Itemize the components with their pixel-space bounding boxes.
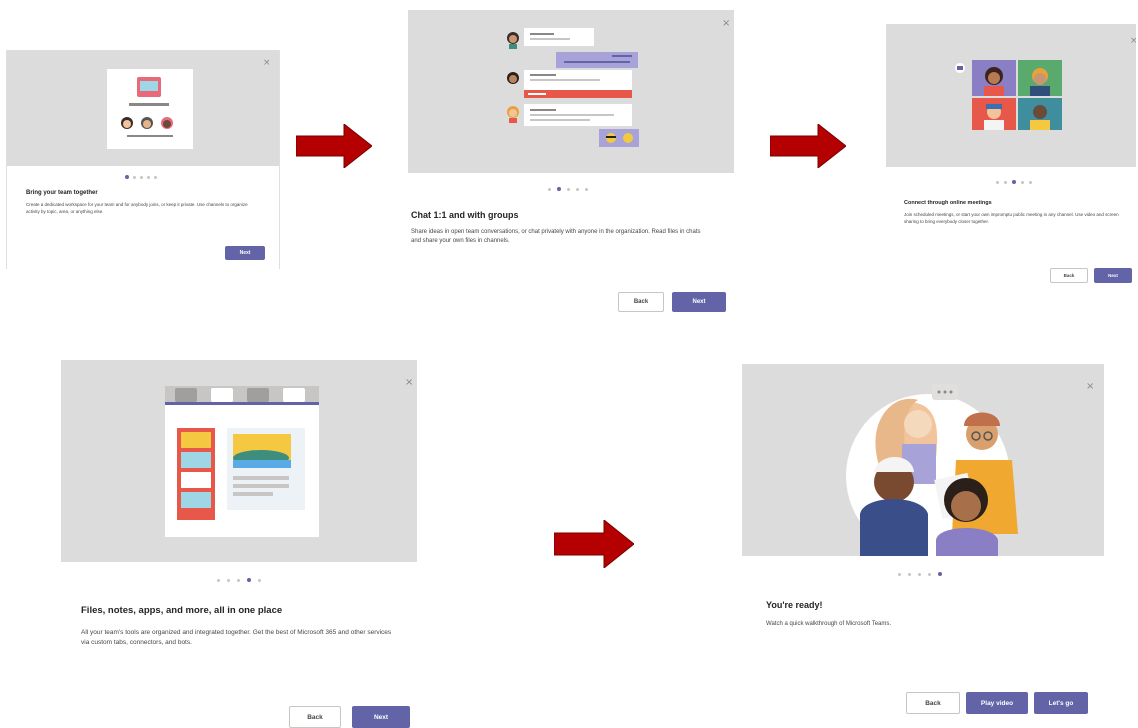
step-dot: [918, 572, 921, 576]
onboarding-card-4: × Files, notes, apps, and more, all in o…: [61, 360, 417, 728]
onboarding-card-3: × Connect through online meetings Join s…: [886, 24, 1136, 294]
step-dot: [237, 578, 240, 582]
step-dots: [125, 175, 157, 179]
step-dot: [217, 578, 220, 582]
step-dot: [1029, 180, 1032, 184]
arrow-right-icon: [770, 124, 846, 168]
meeting-illustration: [955, 60, 1062, 130]
play-video-button[interactable]: Play video: [966, 692, 1028, 714]
slide-title: Chat 1:1 and with groups: [411, 210, 519, 220]
step-dot: [258, 578, 261, 582]
slide-title: Bring your team together: [26, 190, 98, 196]
step-dot: [928, 572, 931, 576]
step-dot: [557, 187, 561, 191]
slide-description: Watch a quick walkthrough of Microsoft T…: [766, 621, 892, 627]
step-dots: [898, 572, 942, 576]
slide-description: Share ideas in open team conversations, …: [411, 229, 701, 244]
slide-title: You're ready!: [766, 600, 823, 610]
step-dot: [1004, 180, 1007, 184]
onboarding-card-2: × Chat 1:1 and with groups Share ideas i…: [408, 10, 734, 320]
next-button[interactable]: Next: [672, 292, 726, 312]
back-button[interactable]: Back: [618, 292, 664, 312]
step-dot: [585, 187, 588, 191]
arrow-right-icon: [554, 520, 634, 568]
onboarding-card-1: × Bring your team together Create a dedi…: [6, 50, 280, 269]
step-dot: [247, 578, 251, 582]
arrow-right-icon: [296, 124, 372, 168]
slide-title: Files, notes, apps, and more, all in one…: [81, 605, 283, 616]
step-dot: [996, 180, 999, 184]
close-icon[interactable]: ×: [405, 378, 413, 388]
close-icon[interactable]: ×: [1086, 382, 1094, 392]
hero-illustration: ×: [742, 364, 1104, 556]
step-dot: [227, 578, 230, 582]
step-dots: [548, 187, 588, 191]
step-dot: [938, 572, 942, 576]
step-dot: [567, 187, 570, 191]
slide-title: Connect through online meetings: [904, 200, 992, 206]
step-dot: [125, 175, 129, 179]
back-button[interactable]: Back: [1050, 268, 1088, 283]
next-button[interactable]: Next: [1094, 268, 1132, 283]
slide-description: All your team's tools are organized and …: [81, 629, 392, 646]
onboarding-card-5: × You're ready! Watch a quick walkthroug…: [742, 364, 1104, 728]
slide-description: Join scheduled meetings, or start your o…: [904, 212, 1119, 224]
step-dots: [996, 180, 1032, 184]
close-icon[interactable]: ×: [263, 59, 271, 68]
close-icon[interactable]: ×: [722, 19, 730, 29]
step-dot: [147, 175, 150, 179]
team-people-illustration: [846, 384, 1018, 556]
close-icon[interactable]: ×: [1130, 37, 1136, 46]
slide-description: Create a dedicated workspace for your te…: [26, 202, 248, 214]
step-dot: [1012, 180, 1016, 184]
next-button[interactable]: Next: [352, 706, 410, 728]
step-dot: [140, 175, 143, 179]
hero-illustration: ×: [408, 10, 734, 173]
apps-illustration: [165, 386, 319, 537]
step-dot: [1021, 180, 1024, 184]
back-button[interactable]: Back: [289, 706, 341, 728]
step-dot: [133, 175, 136, 179]
team-illustration: [107, 69, 193, 149]
step-dots: [217, 578, 261, 582]
chat-illustration: [507, 28, 639, 147]
hero-illustration: ×: [61, 360, 417, 562]
lets-go-button[interactable]: Let's go: [1034, 692, 1088, 714]
next-button[interactable]: Next: [225, 246, 265, 260]
back-button[interactable]: Back: [906, 692, 960, 714]
step-dot: [154, 175, 157, 179]
step-dot: [908, 572, 911, 576]
step-dot: [898, 572, 901, 576]
step-dot: [548, 187, 551, 191]
step-dot: [576, 187, 579, 191]
hero-illustration: ×: [886, 24, 1136, 167]
hero-illustration: ×: [7, 51, 279, 166]
